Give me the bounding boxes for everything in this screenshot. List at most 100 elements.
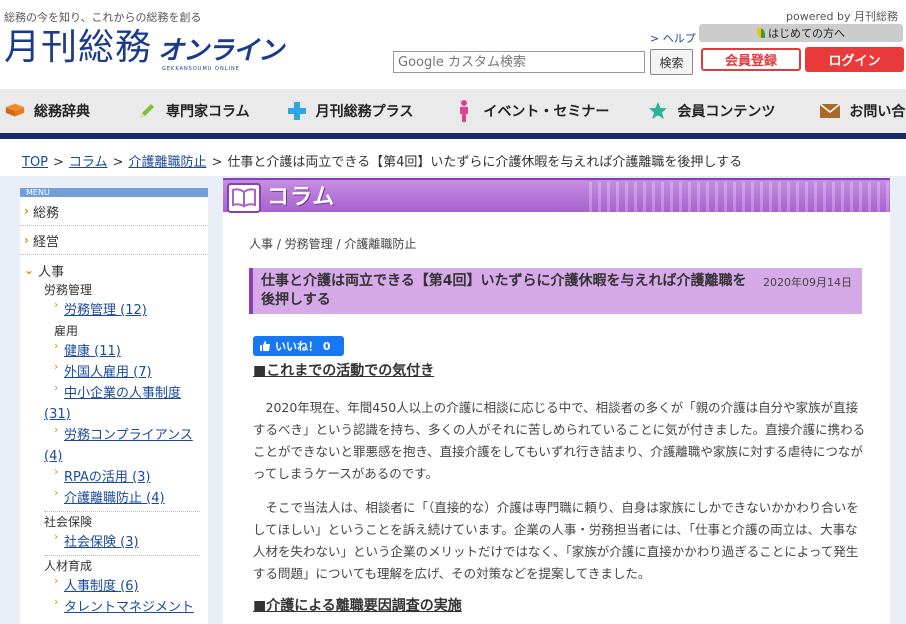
facebook-like-button[interactable]: いいね！ 0 [253, 336, 344, 356]
nav-label-expert-column: 専門家コラム [166, 104, 250, 120]
thumbs-up-icon [260, 341, 270, 351]
main-nav: 総務辞典 専門家コラム 月刊総務プラス イベント・セミナー 会員コンテンツ お問… [0, 89, 906, 133]
beginner-leaf-icon [757, 28, 765, 38]
sidebar-item-label: 人事 [38, 264, 65, 280]
column-banner: コラム [223, 178, 890, 214]
sidebar-item-hr[interactable]: ⌄ 人事 [20, 260, 208, 280]
nav-label-plus: 月刊総務プラス [315, 104, 414, 120]
leaf-label: タレントマネジメント [64, 600, 195, 615]
site-header: 総務の今を知り、これからの総務を創る 月刊総務 オンライン GEKKANSOUM… [0, 0, 906, 88]
article-tags: 人事 / 労務管理 / 介護離職防止 [249, 237, 417, 251]
breadcrumb-top[interactable]: TOP [22, 155, 48, 170]
like-label: いいね！ 0 [275, 340, 331, 353]
person-icon [453, 100, 475, 122]
nav-item-member[interactable]: 会員コンテンツ [647, 89, 775, 133]
sidebar-leaf-talent-mgmt[interactable]: › タレントマネジメント [20, 595, 208, 618]
column-banner-title: コラム [267, 185, 336, 210]
article-paragraph: 2020年現在、年間450人以上の介護に相談に応じる中で、相談者の多くが「親の介… [253, 400, 866, 481]
login-button[interactable]: ログイン [805, 47, 904, 72]
book-icon [4, 100, 26, 122]
nav-label-contact: お問い合わせ [849, 104, 906, 120]
nav-label-member: 会員コンテンツ [677, 104, 776, 120]
help-link[interactable]: > ヘルプ [650, 30, 696, 46]
breadcrumb-column[interactable]: コラム [69, 155, 108, 170]
chevron-icon: › [54, 486, 59, 499]
leaf-label: RPAの活用 (3) [64, 470, 151, 485]
site-logo[interactable]: 月刊総務 オンライン GEKKANSOUMU ONLINE [4, 27, 284, 73]
leaf-label: 労務コンプライアンス [64, 428, 193, 443]
sidebar-leaf-hr-system[interactable]: › 人事制度 (6) [20, 574, 208, 597]
search-input[interactable] [393, 51, 645, 73]
breadcrumb-sep: > [211, 155, 223, 170]
open-book-icon [227, 183, 261, 213]
breadcrumb-sep: > [112, 155, 124, 170]
sidebar-sub-labor: 労務管理 [44, 283, 93, 297]
breadcrumb: TOP > コラム > 介護離職防止 > 仕事と介護は両立できる【第4回】いたずらに介護休暇… [22, 151, 742, 170]
nav-underline [0, 133, 906, 139]
breadcrumb-category[interactable]: 介護離職防止 [128, 155, 206, 170]
register-button[interactable]: 会員登録 [701, 48, 801, 71]
mail-icon [819, 100, 841, 122]
powered-by: powered by 月刊総務 [786, 10, 898, 23]
chevron-icon: › [54, 381, 59, 394]
chevron-icon: › [54, 595, 59, 608]
leaf-label: 外国人雇用 (7) [64, 365, 152, 380]
chevron-right-icon: › [24, 233, 29, 247]
sidebar-sub-employment: 雇用 [54, 324, 79, 338]
sidebar-leaf-compliance[interactable]: › 労務コンプライアンス (4) [20, 423, 208, 467]
nav-item-dictionary[interactable]: 総務辞典 [4, 89, 90, 133]
section-heading: ■介護による離職要因調査の実施 [253, 598, 462, 614]
nav-item-expert-column[interactable]: 専門家コラム [136, 89, 250, 133]
leaf-label: 社会保険 (3) [64, 535, 139, 550]
chevron-icon: › [54, 360, 59, 373]
sidebar-item-label: 経営 [32, 234, 59, 250]
article-title-box: 仕事と介護は両立できる【第4回】いたずらに介護休暇を与えれば介護離職を後押しする… [249, 268, 862, 314]
leaf-label: 労務管理 (12) [64, 303, 147, 318]
first-time-label: はじめての方へ [768, 27, 845, 40]
plus-icon [286, 100, 308, 122]
chevron-icon: › [54, 298, 59, 311]
sidebar-item-label: 総務 [32, 205, 59, 221]
logo-kana: オンライン [158, 36, 284, 66]
chevron-down-icon: ⌄ [24, 263, 35, 277]
chevron-icon: › [54, 423, 59, 436]
sidebar: MENU › 総務 › 経営 ⌄ 人事 労務管理 › 労務管理 (12) 雇用 › 健康 … [20, 188, 208, 624]
article-date: 2020年09月14日 [763, 276, 852, 289]
star-icon [647, 100, 669, 122]
pencil-icon [136, 100, 158, 122]
search-button[interactable]: 検索 [650, 49, 693, 75]
nav-label-dictionary: 総務辞典 [34, 104, 90, 120]
sidebar-leaf-rpa[interactable]: › RPAの活用 (3) [20, 465, 208, 488]
section-heading: ■これまでの活動での気付き [253, 363, 435, 379]
site-tagline: 総務の今を知り、これからの総務を創る [4, 11, 202, 24]
nav-item-plus[interactable]: 月刊総務プラス [286, 89, 414, 133]
sidebar-sub-talent: 人材育成 [44, 559, 93, 573]
chevron-icon: › [54, 339, 59, 352]
breadcrumb-sep: > [53, 155, 64, 170]
nav-item-contact[interactable]: お問い合わせ [819, 89, 906, 133]
first-time-button[interactable]: はじめての方へ [699, 24, 903, 42]
sidebar-item-management[interactable]: › 経営 [20, 226, 208, 255]
sidebar-leaf-health[interactable]: › 健康 (11) [20, 339, 208, 362]
sidebar-menu-header: MENU [20, 188, 208, 197]
leaf-label: 中小企業の人事制度 [64, 386, 182, 401]
article-paragraph: そこで当法人は、相談者に「（直接的な）介護は専門職に頼り、自身は家族にしかできな… [253, 500, 859, 581]
sidebar-leaf-foreign[interactable]: › 外国人雇用 (7) [20, 360, 208, 383]
sidebar-leaf-labor[interactable]: › 労務管理 (12) [20, 298, 208, 321]
sidebar-leaf-social[interactable]: › 社会保険 (3) [20, 530, 208, 553]
nav-item-events[interactable]: イベント・セミナー [453, 89, 609, 133]
chevron-icon: › [54, 574, 59, 587]
article-content: コラム 人事 / 労務管理 / 介護離職防止 仕事と介護は両立できる【第4回】い… [223, 178, 890, 624]
breadcrumb-current: 仕事と介護は両立できる【第4回】いたずらに介護休暇を与えれば介護離職を後押しする [227, 155, 743, 170]
sidebar-leaf-care[interactable]: › 介護離職防止 (4) [20, 486, 208, 509]
chevron-icon: › [54, 530, 59, 543]
sidebar-item-general[interactable]: › 総務 [20, 197, 208, 226]
banner-stripes [583, 182, 890, 214]
chevron-right-icon: › [24, 204, 29, 218]
sidebar-sub-social: 社会保険 [44, 515, 93, 529]
chevron-icon: › [54, 465, 59, 478]
leaf-label: 人事制度 (6) [64, 579, 139, 594]
logo-kana-wrap: オンライン GEKKANSOUMU ONLINE [158, 34, 284, 72]
logo-kanji: 月刊総務 [4, 27, 153, 68]
sidebar-leaf-sme[interactable]: › 中小企業の人事制度 (31) [20, 381, 208, 425]
